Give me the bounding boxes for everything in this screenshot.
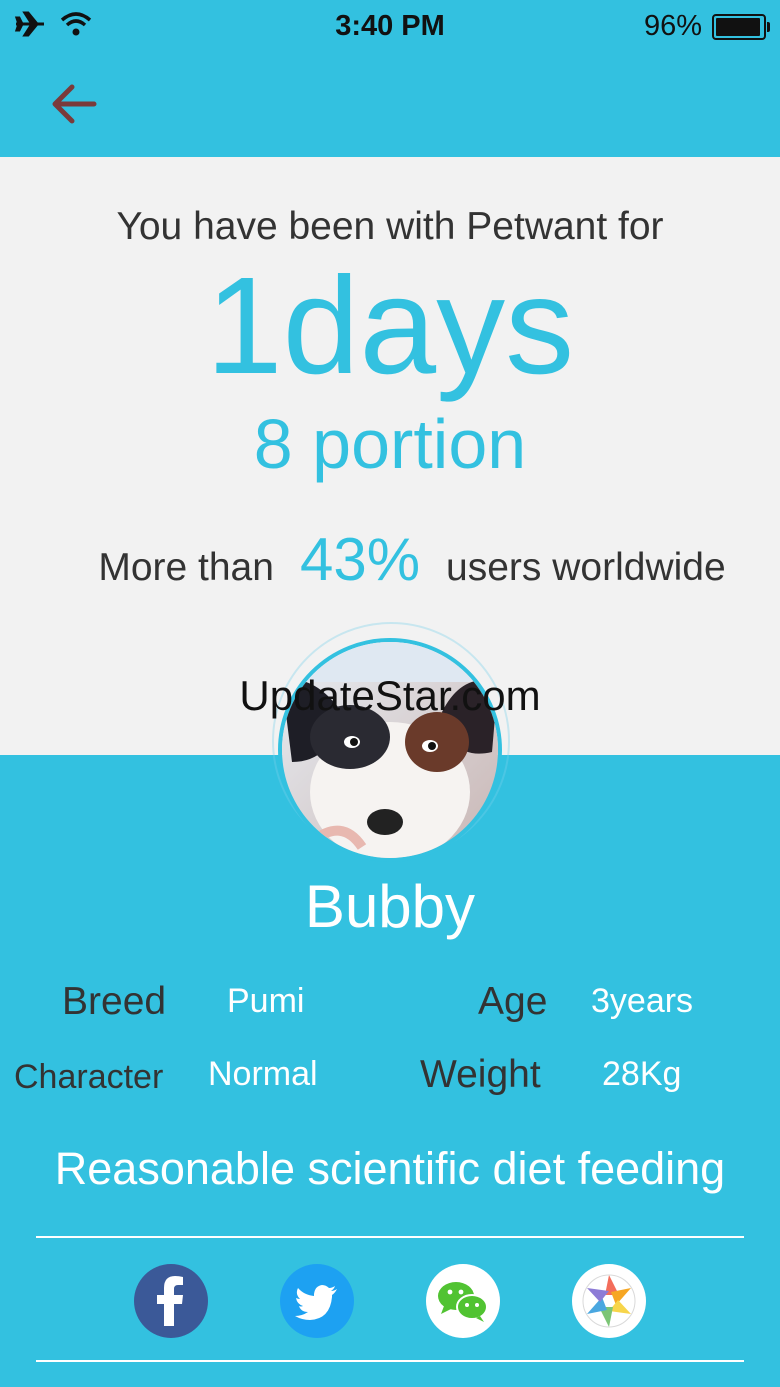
divider-top — [36, 1236, 744, 1238]
watermark: UpdateStar.com — [239, 672, 541, 719]
ranking-suffix: users worldwide — [446, 546, 726, 589]
battery-percent: 96% — [643, 10, 702, 42]
facebook-share-button[interactable] — [134, 1264, 208, 1338]
ranking-percent: 43% — [299, 526, 421, 593]
facebook-icon — [157, 1276, 183, 1326]
moments-share-button[interactable] — [572, 1264, 646, 1338]
weight-value: 28Kg — [602, 1055, 682, 1093]
age-value: 3years — [591, 982, 694, 1020]
status-bar: 3:40 PM 96% — [0, 0, 780, 52]
weight-label: Weight — [420, 1053, 541, 1096]
ranking-line: More than 43% users worldwide — [0, 525, 780, 594]
slogan: Reasonable scientific diet feeding — [54, 1143, 726, 1194]
nav-bar — [0, 52, 780, 157]
pet-name: Bubby — [304, 873, 476, 940]
wechat-moments-icon — [582, 1274, 636, 1328]
divider-bottom — [36, 1360, 744, 1362]
breed-value: Pumi — [227, 982, 305, 1020]
wechat-icon — [438, 1282, 488, 1322]
twitter-share-button[interactable] — [280, 1264, 354, 1338]
breed-label: Breed — [62, 980, 167, 1023]
wechat-share-button[interactable] — [426, 1264, 500, 1338]
age-label: Age — [478, 980, 548, 1023]
back-arrow-icon — [52, 84, 97, 124]
character-value: Normal — [208, 1055, 318, 1093]
battery-icon — [712, 13, 770, 40]
twitter-icon — [295, 1285, 337, 1320]
back-button[interactable] — [46, 80, 102, 128]
character-label: Character — [14, 1058, 164, 1096]
ranking-prefix: More than — [98, 546, 274, 589]
intro-text: You have been with Petwant for — [116, 205, 664, 248]
portion-count: 8 portion — [253, 405, 527, 483]
days-count: 1days — [205, 249, 575, 403]
